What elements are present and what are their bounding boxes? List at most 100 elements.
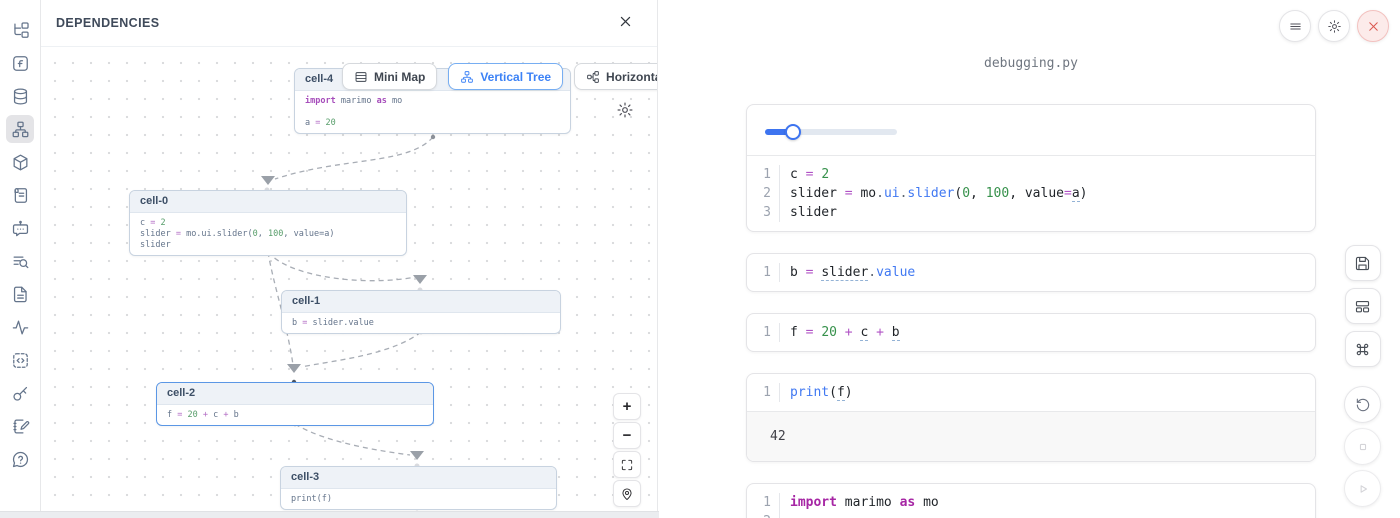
- line-number: 1: [747, 263, 780, 282]
- layout-button[interactable]: [1345, 288, 1381, 324]
- network-h-icon: [586, 70, 600, 84]
- graph-view-vertical-tree[interactable]: Vertical Tree: [448, 63, 563, 90]
- notebook-top-actions: [1279, 10, 1389, 42]
- notebook-side-actions: [1344, 245, 1381, 512]
- locate-node-button[interactable]: [613, 480, 641, 507]
- graph-node-cell-0[interactable]: cell-0 c = 2slider = mo.ui.slider(0, 100…: [129, 190, 407, 256]
- cell-output: [747, 105, 1315, 155]
- gear-icon: [1327, 19, 1342, 34]
- notebook-cell-4: 1import marimo as mo2: [746, 483, 1316, 518]
- notebook-cell-1: 1b = slider.value: [746, 253, 1316, 292]
- network-icon: [11, 120, 30, 139]
- dependencies-panel: DEPENDENCIES: [41, 0, 658, 518]
- line-number: 3: [747, 203, 780, 222]
- graph-view-horizontal-tree[interactable]: Horizontal Tree: [574, 63, 657, 90]
- close-panel-button[interactable]: [615, 13, 635, 33]
- play-icon: [1355, 481, 1371, 497]
- scroll-icon: [11, 186, 30, 205]
- graph-node-code: import marimo as mo a = 20: [295, 91, 570, 133]
- code-editor[interactable]: 1c = 22slider = mo.ui.slider(0, 100, val…: [747, 155, 1315, 231]
- run-button[interactable]: [1344, 470, 1381, 507]
- sidebar-item-explorer[interactable]: [6, 16, 34, 44]
- graph-settings-button[interactable]: [616, 101, 634, 119]
- sidebar-item-secrets[interactable]: [6, 379, 34, 407]
- sidebar-item-chat[interactable]: [6, 214, 34, 242]
- code-box-icon: [11, 351, 30, 370]
- code-editor[interactable]: 1print(f): [747, 374, 1315, 411]
- maximize-icon: [620, 458, 634, 472]
- pin-icon: [620, 487, 634, 501]
- marimo-app: DEPENDENCIES: [0, 0, 1400, 518]
- stop-button[interactable]: [1344, 428, 1381, 465]
- slider-input[interactable]: [765, 129, 897, 135]
- graph-node-title: cell-0: [130, 191, 406, 213]
- notebook-settings-button[interactable]: [1318, 10, 1350, 42]
- database-icon: [11, 87, 30, 106]
- file-text-icon: [11, 285, 30, 304]
- stop-icon: [1355, 439, 1371, 455]
- zoom-controls: +−: [613, 393, 641, 507]
- file-tree-icon: [11, 21, 30, 40]
- line-number: 1: [747, 493, 780, 512]
- undo-button[interactable]: [1344, 386, 1381, 423]
- list-search-icon: [11, 252, 30, 271]
- code-editor[interactable]: 1import marimo as mo2: [747, 484, 1315, 518]
- sidebar-item-functions[interactable]: [6, 49, 34, 77]
- save-button[interactable]: [1345, 245, 1381, 281]
- notebook-menu-button[interactable]: [1279, 10, 1311, 42]
- sidebar-rail: [0, 0, 41, 518]
- sidebar-item-snippets[interactable]: [6, 346, 34, 374]
- zoom-out-button[interactable]: −: [613, 422, 641, 449]
- graph-node-code: c = 2slider = mo.ui.slider(0, 100, value…: [130, 213, 406, 255]
- zoom-in-button[interactable]: +: [613, 393, 641, 420]
- graph-toolbar: Mini Map Vertical Tree Horizontal Tree: [342, 63, 657, 90]
- gear-icon: [616, 101, 634, 119]
- help-circle-icon: [11, 450, 30, 469]
- sidebar-item-scratchpad[interactable]: [6, 412, 34, 440]
- graph-node-title: cell-1: [282, 291, 560, 313]
- undo-icon: [1355, 397, 1371, 413]
- sidebar-item-dependencies[interactable]: [6, 115, 34, 143]
- sidebar-item-packages[interactable]: [6, 148, 34, 176]
- sidebar-item-help[interactable]: [6, 445, 34, 473]
- notebook-editor: debugging.py 1c = 22slider = mo.ui.slide…: [658, 0, 1400, 518]
- notebook-cell-0: 1c = 22slider = mo.ui.slider(0, 100, val…: [746, 104, 1316, 232]
- save-icon: [1354, 255, 1371, 272]
- line-number: 1: [747, 323, 780, 342]
- sidebar-item-tracing[interactable]: [6, 313, 34, 341]
- fit-view-button[interactable]: [613, 451, 641, 478]
- dependencies-header: DEPENDENCIES: [41, 0, 657, 47]
- code-editor[interactable]: 1f = 20 + c + b: [747, 314, 1315, 351]
- graph-node-code: b = slider.value: [282, 313, 560, 333]
- sidebar-item-datasources[interactable]: [6, 82, 34, 110]
- layout-icon: [1354, 298, 1371, 315]
- graph-node-cell-3[interactable]: cell-3 print(f): [280, 466, 557, 510]
- sidebar-item-search[interactable]: [6, 247, 34, 275]
- graph-node-title: cell-2: [157, 383, 433, 405]
- keyboard-shortcuts-button[interactable]: [1345, 331, 1381, 367]
- graph-view-mini-map[interactable]: Mini Map: [342, 63, 437, 90]
- graph-node-cell-2[interactable]: cell-2 f = 20 + c + b: [156, 382, 434, 426]
- dependency-graph[interactable]: Mini MapVertical TreeHorizontal Tree +− …: [41, 47, 657, 518]
- bot-message-icon: [11, 219, 30, 238]
- notebook-cells: 1c = 22slider = mo.ui.slider(0, 100, val…: [746, 104, 1316, 518]
- sidebar-item-logs[interactable]: [6, 181, 34, 209]
- menu-icon: [1288, 19, 1303, 34]
- code-editor[interactable]: 1b = slider.value: [747, 254, 1315, 291]
- notebook-cell-3: 1print(f)42: [746, 373, 1316, 462]
- shutdown-button[interactable]: [1357, 10, 1389, 42]
- line-number: 1: [747, 165, 780, 184]
- notebook-filename: debugging.py: [746, 0, 1316, 71]
- sidebar-item-documentation[interactable]: [6, 280, 34, 308]
- graph-node-cell-1[interactable]: cell-1 b = slider.value: [281, 290, 561, 334]
- slider-handle[interactable]: [785, 124, 801, 140]
- panel-title: DEPENDENCIES: [56, 16, 159, 30]
- rows-icon: [354, 70, 368, 84]
- network-icon: [460, 70, 474, 84]
- notebook-cell-2: 1f = 20 + c + b: [746, 313, 1316, 352]
- graph-node-code: f = 20 + c + b: [157, 405, 433, 425]
- line-number: 2: [747, 512, 780, 518]
- close-icon: [618, 14, 633, 32]
- cell-output: 42: [747, 411, 1315, 461]
- command-icon: [1354, 341, 1371, 358]
